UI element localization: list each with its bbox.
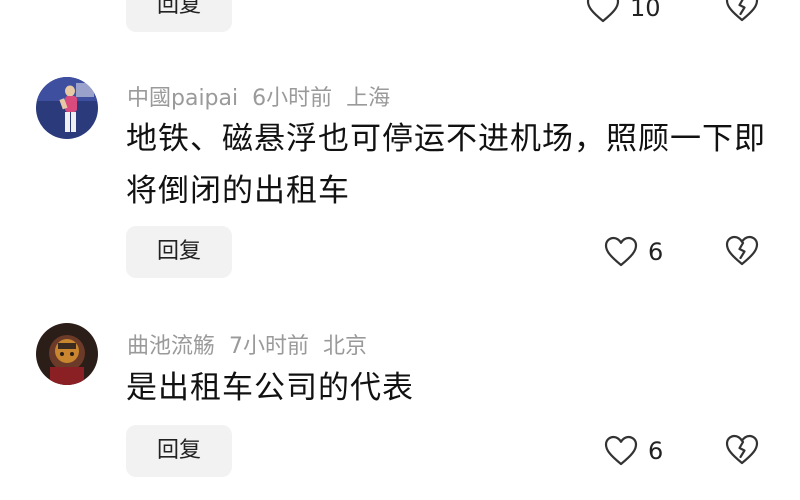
reply-button[interactable]: 回复 [126, 226, 232, 278]
like-button[interactable]: 6 [604, 232, 663, 272]
broken-heart-icon[interactable] [725, 234, 759, 268]
like-count: 6 [648, 238, 664, 266]
reply-button[interactable]: 回复 [126, 425, 232, 477]
heart-outline-icon [604, 435, 638, 466]
username[interactable]: 曲池流觞 [127, 334, 215, 359]
broken-heart-icon[interactable] [725, 0, 759, 24]
avatar[interactable] [36, 323, 98, 385]
avatar[interactable] [36, 77, 98, 139]
comment-feed: 回复 10 中國paipai 6小时前 上海 地铁、磁悬浮也可停运不进机场，照顾一下… [0, 0, 800, 500]
location: 上海 [346, 86, 391, 111]
comment-meta: 中國paipai 6小时前 上海 [127, 80, 404, 112]
heart-outline-icon [604, 236, 638, 267]
timestamp: 7小时前 [229, 334, 310, 359]
location: 北京 [323, 334, 368, 359]
comment-text: 是出租车公司的代表 [126, 370, 414, 406]
like-count: 6 [648, 437, 664, 465]
comment-meta: 曲池流觞 7小时前 北京 [127, 328, 381, 360]
broken-heart-icon[interactable] [725, 433, 759, 467]
like-button[interactable]: 10 [586, 0, 661, 28]
like-count: 10 [630, 0, 661, 22]
comment-text: 地铁、磁悬浮也可停运不进机场，照顾一下即将倒闭的出租车 [126, 121, 766, 209]
like-button[interactable]: 6 [604, 431, 663, 471]
username[interactable]: 中國paipai [127, 86, 238, 111]
heart-outline-icon [586, 0, 620, 23]
reply-button[interactable]: 回复 [126, 0, 232, 32]
timestamp: 6小时前 [252, 86, 333, 111]
